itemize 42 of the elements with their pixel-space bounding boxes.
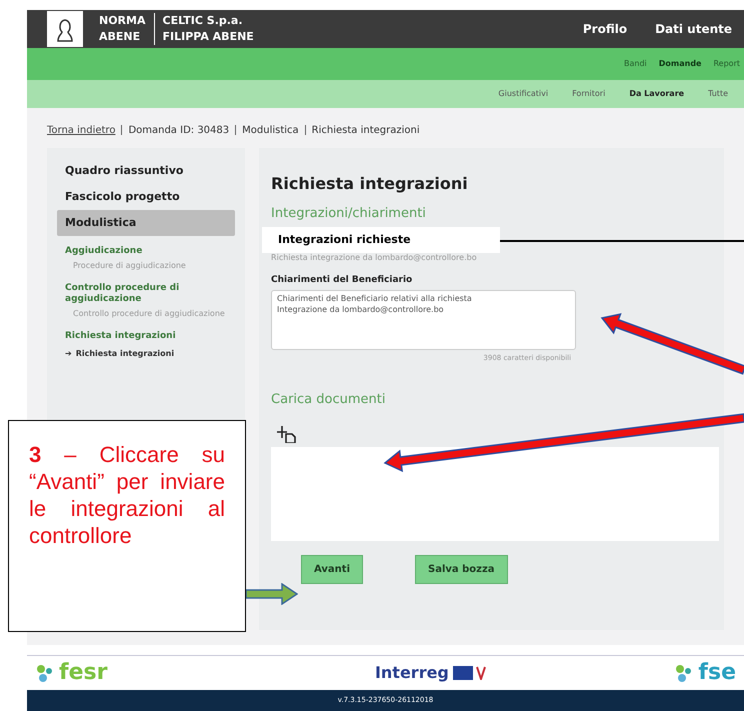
nav-tab[interactable]: Domande: [658, 58, 702, 70]
nav-tab[interactable]: Report: [713, 58, 740, 70]
sidebar-item[interactable]: ➔ Richiesta integrazioni: [57, 345, 236, 362]
add-file-icon[interactable]: [277, 425, 298, 443]
sidebar-item[interactable]: Richiesta integrazioni: [57, 321, 236, 345]
sidebar-item[interactable]: Fascicolo progetto: [57, 184, 236, 210]
user-last-name: ABENE: [99, 29, 142, 45]
next-button[interactable]: Avanti: [301, 555, 364, 584]
field-label: Chiarimenti del Beneficiario: [271, 274, 414, 286]
fesr-logo: fesr: [59, 662, 108, 684]
breadcrumb-item: Domanda ID: 30483: [128, 124, 230, 138]
pointer-arrow: [246, 583, 298, 605]
callout-text: 3 – Cliccare su “Avanti” per inviare le integrazioni al controllore: [29, 441, 225, 549]
interreg-logo: Interreg: [374, 665, 449, 681]
flags-icon: [452, 666, 487, 680]
upload-title: Carica documenti: [271, 390, 386, 408]
page-title: Richiesta integrazioni: [271, 173, 469, 195]
sidebar-item[interactable]: Modulistica: [57, 210, 236, 236]
subnav-tab[interactable]: Da Lavorare: [629, 88, 684, 100]
subnav-tab[interactable]: Fornitori: [572, 88, 606, 100]
subnav-tab[interactable]: Tutte: [708, 88, 728, 100]
sidebar-item[interactable]: Quadro riassuntivo: [57, 158, 236, 184]
back-link[interactable]: Torna indietro: [47, 122, 116, 138]
upload-area[interactable]: [271, 447, 720, 541]
breadcrumb-item: Modulistica: [242, 124, 299, 138]
header-link[interactable]: Profilo: [582, 20, 628, 38]
annotation-label: Integrazioni richieste: [262, 227, 500, 253]
section-title: Integrazioni/chiarimenti: [271, 205, 427, 223]
save-draft-button[interactable]: Salva bozza: [415, 555, 508, 584]
request-text: Richiesta integrazione da lombardo@controllore.bo: [271, 252, 478, 264]
sidebar-item[interactable]: Aggiudicazione: [57, 236, 236, 260]
sidebar-item[interactable]: Controllo procedure di aggiudicazione: [57, 273, 236, 308]
clarification-field[interactable]: Chiarimenti del Beneficiario relativi alla richiesta Integrazione da lombardo@controllore.bo: [271, 290, 576, 350]
company-name: CELTIC S.p.a.: [162, 13, 244, 29]
header-link[interactable]: Dati utente: [655, 20, 732, 38]
person-name: FILIPPA ABENE: [162, 29, 254, 45]
subnav-tab[interactable]: Giustificativi: [498, 88, 548, 100]
fse-logo: fse: [698, 662, 736, 684]
breadcrumb-item: Richiesta integrazioni: [312, 124, 420, 138]
logo-icon: [35, 663, 55, 683]
nav-tab[interactable]: Bandi: [624, 58, 647, 70]
user-first-name: NORMA: [99, 13, 146, 29]
